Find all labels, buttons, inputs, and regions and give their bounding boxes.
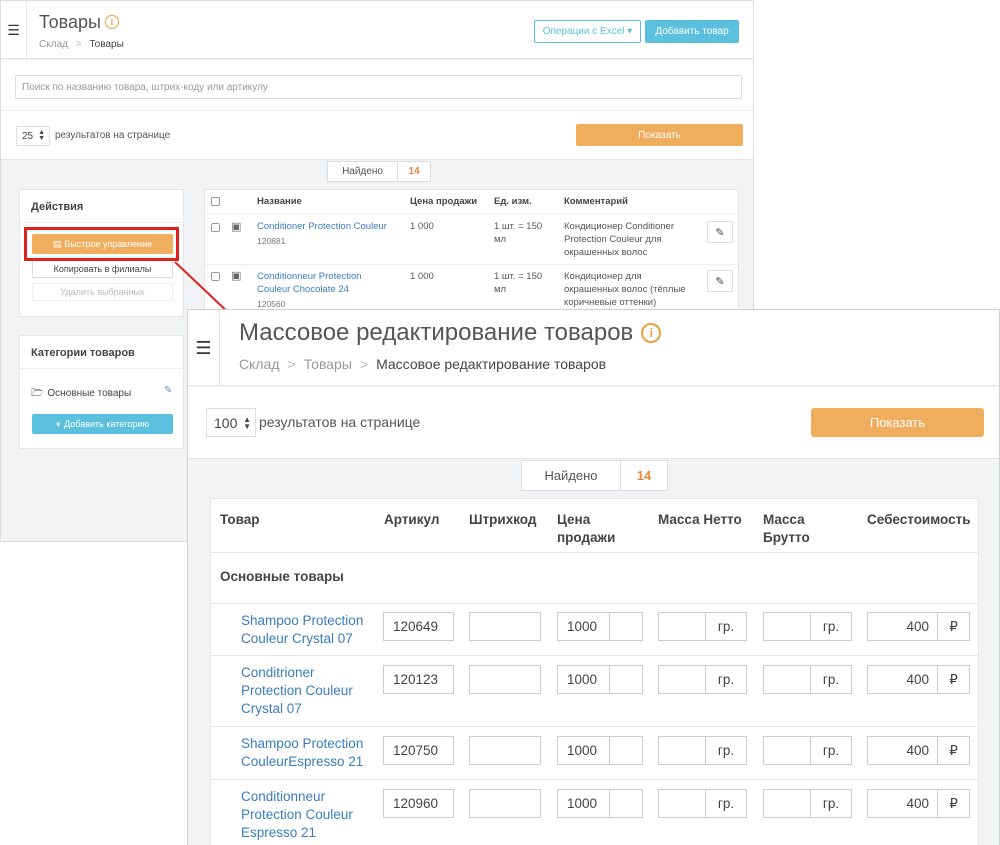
found-count: 14 [621, 460, 668, 491]
gross-mass-input[interactable] [763, 665, 811, 694]
unit-addon: гр. [705, 736, 747, 765]
cost-input[interactable]: 400 [867, 665, 938, 694]
breadcrumb: Склад > Товары > Массовое редактирование тов… [239, 356, 606, 372]
barcode-input[interactable] [469, 612, 541, 641]
sku-input[interactable]: 120123 [383, 665, 454, 694]
cost-input[interactable]: 400 [867, 612, 938, 641]
price-input[interactable]: 1000 [557, 665, 610, 694]
divider [211, 726, 978, 727]
unit-addon: гр. [705, 665, 747, 694]
per-page-label: результатов на странице [259, 414, 421, 430]
unit-addon: гр. [810, 789, 852, 818]
product-name[interactable]: Shampoo Protection Couleur Crystal 07 [241, 612, 371, 648]
ruble-addon: ₽ [937, 789, 970, 818]
ruble-addon: ₽ [937, 736, 970, 765]
show-button[interactable]: Показать [811, 408, 984, 437]
menu-icon[interactable]: ☰ [188, 310, 220, 386]
column-header-net-mass: Масса Нетто [658, 512, 742, 527]
ruble-addon: ₽ [937, 665, 970, 694]
column-header-price: Цена продажи [557, 512, 616, 545]
unit-addon: гр. [810, 665, 852, 694]
unit-addon: гр. [810, 612, 852, 641]
column-header-cost: Себестоимость [867, 512, 971, 527]
sort-arrows-icon: ▲ ▼ [243, 415, 251, 431]
breadcrumb-products[interactable]: Товары [304, 356, 352, 372]
gross-mass-input[interactable] [763, 736, 811, 765]
info-icon[interactable]: i [641, 323, 662, 343]
filter-panel: 100 ▲ ▼ результатов на странице Показать [188, 387, 999, 459]
price-addon [609, 665, 643, 694]
price-input[interactable]: 1000 [557, 736, 610, 765]
price-addon [609, 789, 643, 818]
mass-edit-window: ☰ Массовое редактирование товаров i Склад… [187, 309, 1000, 845]
net-mass-input[interactable] [658, 789, 706, 818]
sku-input[interactable]: 120750 [383, 736, 454, 765]
mass-edit-table: Товар Артикул Штрихкод Цена продажи Масса… [210, 498, 979, 845]
price-input[interactable]: 1000 [557, 612, 610, 641]
price-addon [609, 736, 643, 765]
divider [211, 552, 978, 553]
breadcrumb-warehouse[interactable]: Склад [239, 356, 280, 372]
product-name[interactable]: Conditionneur Protection Couleur Espresso … [241, 788, 371, 842]
column-header-barcode: Штрихкод [469, 512, 537, 527]
header-bar: ☰ Массовое редактирование товаров i Склад… [188, 310, 999, 386]
sku-input[interactable]: 120649 [383, 612, 454, 641]
gross-mass-input[interactable] [763, 612, 811, 641]
column-header-sku: Артикул [384, 512, 440, 527]
breadcrumb-separator: > [359, 356, 369, 372]
barcode-input[interactable] [469, 789, 541, 818]
breadcrumb-separator: > [287, 356, 296, 372]
unit-addon: гр. [705, 612, 747, 641]
found-label: Найдено [521, 460, 621, 491]
ruble-addon: ₽ [937, 612, 970, 641]
unit-addon: гр. [705, 789, 747, 818]
unit-addon: гр. [810, 736, 852, 765]
product-name[interactable]: Shampoo Protection CouleurEspresso 21 [241, 735, 371, 771]
barcode-input[interactable] [469, 736, 541, 765]
group-row: Основные товары [220, 569, 344, 584]
sku-input[interactable]: 120960 [383, 789, 454, 818]
barcode-input[interactable] [469, 665, 541, 694]
page-title: Массовое редактирование товаров i [239, 319, 662, 347]
net-mass-input[interactable] [658, 665, 706, 694]
cost-input[interactable]: 400 [867, 789, 938, 818]
gross-mass-input[interactable] [763, 789, 811, 818]
net-mass-input[interactable] [658, 612, 706, 641]
column-header-product: Товар [220, 512, 260, 527]
price-input[interactable]: 1000 [557, 789, 610, 818]
column-header-gross-mass: Масса Брутто [763, 512, 810, 545]
found-counter: Найдено 14 [521, 460, 668, 491]
divider [211, 779, 978, 780]
divider [211, 603, 978, 604]
cost-input[interactable]: 400 [867, 736, 938, 765]
breadcrumb-mass-edit: Массовое редактирование товаров [376, 356, 607, 372]
product-name[interactable]: Conditrioner Protection Couleur Crystal 07 [241, 664, 371, 718]
per-page-select[interactable]: 100 ▲ ▼ [206, 408, 256, 437]
divider [211, 655, 978, 656]
net-mass-input[interactable] [658, 736, 706, 765]
price-addon [609, 612, 643, 641]
